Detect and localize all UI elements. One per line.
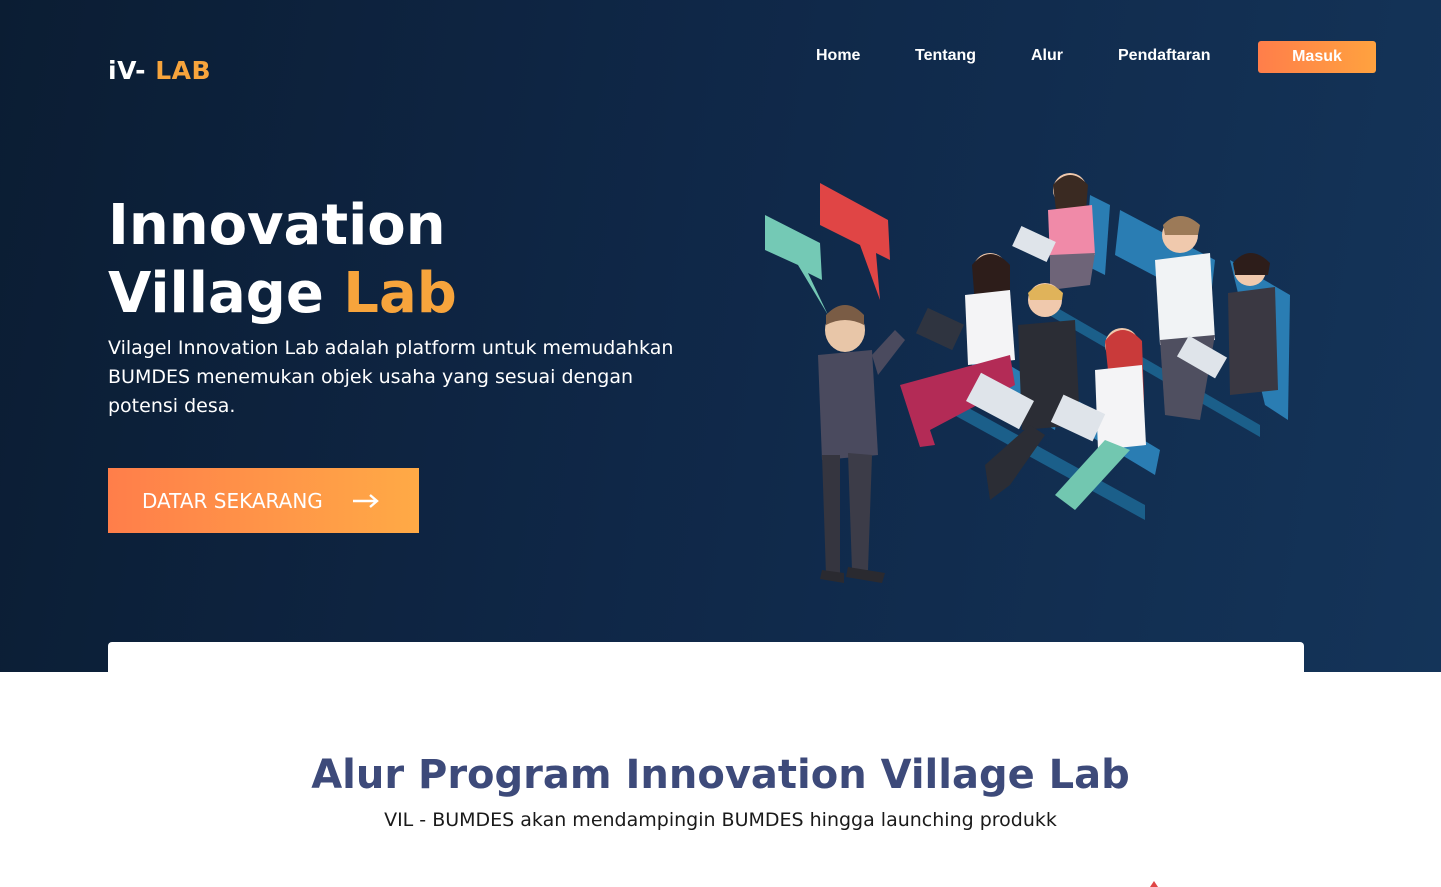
register-now-button[interactable]: DATAR SEKARANG <box>108 468 419 533</box>
presenter-figure <box>818 305 905 583</box>
top-nav: Home Tentang Alur Pendaftaran Masuk <box>0 41 1441 73</box>
content-card <box>108 642 1304 672</box>
nav-alur[interactable]: Alur <box>1031 47 1063 65</box>
nav-home[interactable]: Home <box>816 47 860 65</box>
nav-tentang[interactable]: Tentang <box>915 47 976 65</box>
section-title: Alur Program Innovation Village Lab <box>311 752 1130 798</box>
speech-bubble-teal-icon <box>765 215 828 315</box>
speech-bubble-red-icon <box>820 183 890 300</box>
register-now-label: DATAR SEKARANG <box>142 488 323 513</box>
section-subtitle: VIL - BUMDES akan mendampingin BUMDES hi… <box>384 809 1057 831</box>
hero-section: iV- LAB Home Tentang Alur Pendaftaran Ma… <box>0 0 1441 672</box>
hero-title: Innovation Village Lab <box>108 192 457 328</box>
hero-title-line1: Innovation <box>108 193 446 258</box>
hero-title-village: Village <box>108 261 324 326</box>
hero-description: Vilagel Innovation Lab adalah platform u… <box>108 337 674 417</box>
arrow-right-icon <box>352 493 379 508</box>
hero-title-line2: Village Lab <box>108 260 457 328</box>
login-button[interactable]: Masuk <box>1258 41 1376 73</box>
audience-woman-pink <box>1012 173 1095 290</box>
decorative-shape-icon <box>1150 881 1158 887</box>
hero-title-lab: Lab <box>343 261 457 326</box>
presentation-illustration <box>765 173 1290 583</box>
nav-pendaftaran[interactable]: Pendaftaran <box>1118 47 1210 65</box>
